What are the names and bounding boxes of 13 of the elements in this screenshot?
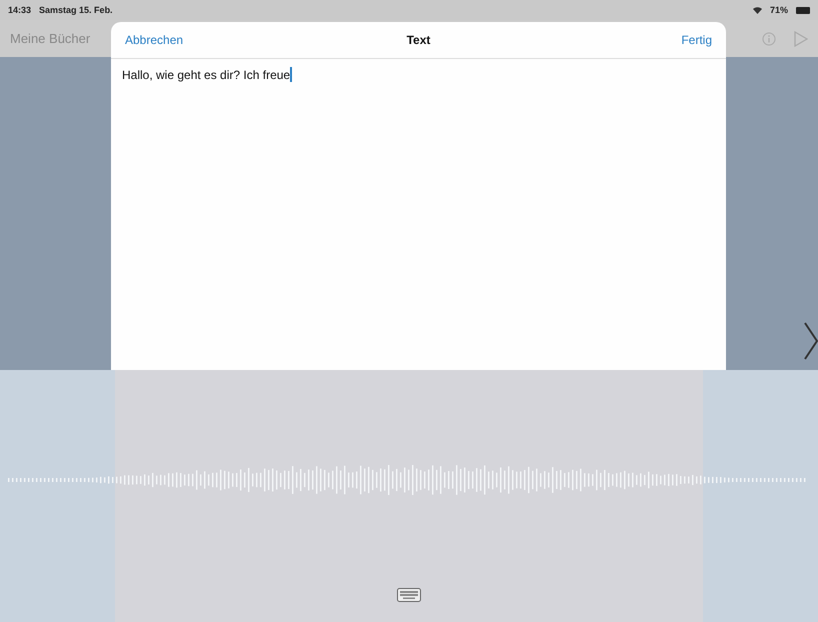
cancel-button[interactable]: Abbrechen (125, 33, 184, 47)
text-cursor (290, 67, 292, 82)
chevron-right-icon[interactable] (804, 322, 818, 360)
back-link[interactable]: Meine Bücher (10, 31, 90, 46)
text-input[interactable]: Hallo, wie geht es dir? Ich freue (122, 68, 290, 82)
battery-icon (796, 6, 810, 14)
keyboard-icon[interactable] (397, 588, 421, 602)
status-date: Samstag 15. Feb. (39, 5, 113, 15)
status-time: 14:33 (8, 5, 32, 15)
wifi-icon (752, 6, 762, 14)
battery-percent: 71% (770, 5, 788, 15)
sheet-title: Text (406, 33, 430, 47)
done-button[interactable]: Fertig (681, 33, 712, 47)
